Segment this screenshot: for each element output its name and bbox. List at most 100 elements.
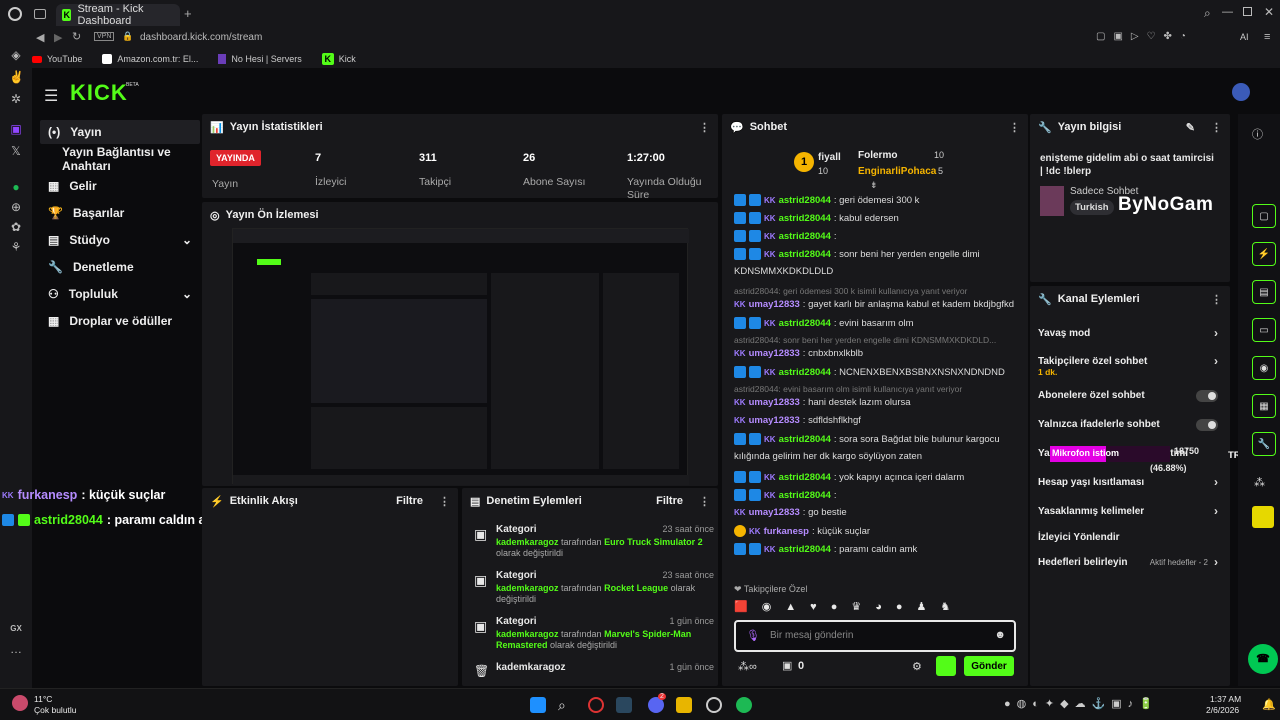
chat-username[interactable]: umay12833 [749,397,800,408]
new-tab-icon[interactable]: + [184,6,192,21]
channel-action-item[interactable]: Yasaklanmış kelimeler › [1038,504,1228,518]
emoji-icon[interactable]: ☻ [994,629,1006,641]
chat-username[interactable]: astrid28044 [779,318,831,329]
chat-message[interactable]: KK astrid28044: paramı caldın amk [734,543,917,555]
rail-button-1[interactable]: ▢ [1252,204,1276,228]
chat-username[interactable]: astrid28044 [779,367,831,378]
more-options-icon[interactable]: ⋮ [1211,121,1222,134]
chat-message[interactable]: KK astrid28044: yok kapıyı açınca içeri d… [734,471,964,483]
chat-message[interactable]: kılığında gelirim her dk kargo söylüyon … [734,451,922,462]
avatar[interactable] [1232,83,1250,101]
chat-message[interactable]: KK umay12833: go bestie [734,507,847,518]
folder-icon[interactable] [676,697,692,713]
spotify-icon[interactable] [736,697,752,713]
sidebar-icon-5[interactable]: ✿ [9,220,23,234]
send-button[interactable]: Gönder [964,656,1014,676]
opera-logo-icon[interactable] [8,7,22,21]
channel-action-item[interactable]: Hesap yaşı kısıtlaması › [1038,475,1228,489]
chat-username[interactable]: astrid28044 [779,195,831,206]
gift-icon[interactable]: ▣ [782,659,792,672]
toolbar-extension-icons[interactable]: ▢▣▷♡✤◔ [1096,31,1194,42]
nav-moderation[interactable]: 🔧 Denetleme [40,255,200,279]
kick-emote-button[interactable] [936,656,956,676]
mic-icon[interactable]: 🎙 [746,629,760,642]
chat-username[interactable]: astrid28044 [779,231,831,242]
chat-username[interactable]: astrid28044 [779,544,831,555]
nav-achievements[interactable]: 🏆 Başarılar [40,201,200,225]
chat-message[interactable]: KK umay12833: sdfldshflkhgf [734,415,861,426]
chat-message[interactable]: KK astrid28044: [734,489,837,501]
start-icon[interactable] [530,697,546,713]
nav-community[interactable]: ⚇ Topluluk ⌄ [40,282,200,306]
url-field[interactable]: dashboard.kick.com/stream [140,32,262,43]
close-icon[interactable]: ✕ [1264,5,1274,19]
mod-game[interactable]: Rocket League [604,583,668,593]
leader-name[interactable]: EnginarliPohaca [858,166,936,177]
back-icon[interactable]: ◀ [36,31,44,44]
mod-game[interactable]: Euro Truck Simulator 2 [604,537,703,547]
settings-icon[interactable]: ⚙ [912,660,922,673]
restore-icon[interactable] [1243,7,1252,16]
x-icon[interactable]: 𝕏 [9,144,23,158]
chat-username[interactable]: furkanesp [764,526,809,537]
tag-chip[interactable]: Turkish [1070,200,1114,215]
mod-user[interactable]: kademkaragoz [496,583,559,593]
chat-username[interactable]: umay12833 [749,507,800,518]
weather-icon[interactable] [12,695,28,711]
chat-message[interactable]: KK umay12833: cnbxbnxlkblb [734,348,863,359]
nav-drops[interactable]: ▦ Droplar ve ödüller [40,309,200,333]
browser-tab[interactable]: K Stream - Kick Dashboard [56,3,180,27]
spotify-icon[interactable]: ● [9,180,23,194]
chat-message[interactable]: KK astrid28044: evini basarım olm [734,317,914,329]
forward-icon[interactable]: ▶ [54,31,62,44]
doc-button[interactable]: ▤ [1252,280,1276,304]
sidebar-icon-4[interactable]: ⊕ [9,200,23,214]
emote-bar[interactable]: 🟥◉▲♥●♛◕●♟♞ [734,600,964,613]
chat-username[interactable]: astrid28044 [779,249,831,260]
search-icon[interactable]: ⌕ [558,697,574,713]
bookmark-amazon[interactable]: Amazon.com.tr: El... [102,54,198,64]
chat-message[interactable]: KK astrid28044: kabul edersen [734,212,899,224]
chat-message[interactable]: KK furkanesp: küçük suçlar [734,525,870,537]
chat-button[interactable]: ▭ [1252,318,1276,342]
more-options-icon[interactable]: ⋮ [1009,121,1020,134]
channel-action-item[interactable]: Abonelere özel sohbet [1038,390,1228,402]
channel-action-item[interactable]: Takipçilere özel sohbet 1 dk. › [1038,354,1228,377]
chat-message[interactable]: KK astrid28044: geri ödemesi 300 k [734,194,919,206]
channel-action-item[interactable]: Hedefleri belirleyin Aktif hedefler - 2 › [1038,555,1228,569]
minimize-icon[interactable]: — [1222,6,1233,18]
stream-preview-video[interactable] [232,228,689,485]
support-icon[interactable]: ☎ [1248,644,1278,674]
nav-revenue[interactable]: ▦ Gelir [40,174,200,198]
bolt-button[interactable]: ⚡ [1252,242,1276,266]
search-icon[interactable]: ⌕ [1204,6,1211,21]
twitch-icon[interactable]: ▣ [9,122,23,136]
nav-stream[interactable]: (•) Yayın [40,120,200,144]
chat-username[interactable]: umay12833 [749,348,800,359]
chat-message[interactable]: KDNSMMXKDKDLDLD [734,266,833,277]
menu-icon[interactable]: ≡ [1264,31,1270,43]
edit-icon[interactable]: ✎ [1186,121,1195,134]
channel-action-item[interactable]: Yalnızca ifadelerle sohbet [1038,419,1228,431]
ai-button[interactable]: AI [1240,32,1249,42]
filter-button[interactable]: Filtre [656,495,683,507]
chat-message[interactable]: KK astrid28044: [734,230,837,242]
leader-name[interactable]: fiyall [818,152,841,163]
chat-reply-line[interactable]: astrid28044: evini basarım olm isimli ku… [734,384,962,394]
nav-studio[interactable]: ▤ Stüdyo ⌄ [40,228,200,252]
chat-message[interactable]: KK umay12833: gayet karlı bir anlaşma kab… [734,299,1014,310]
chat-message[interactable]: KK astrid28044: sonr beni her yerden enge… [734,248,980,260]
bookmark-nohesi[interactable]: No Hesi | Servers [218,54,302,64]
chat-reply-line[interactable]: astrid28044: geri ödemesi 300 k isimli k… [734,286,967,296]
toggle-switch[interactable] [1196,419,1218,431]
hamburger-icon[interactable]: ☰ [44,86,58,106]
filter-button[interactable]: Filtre [396,495,423,507]
kick-logo[interactable]: KICK [70,80,128,106]
broadcast-button[interactable]: ◉ [1252,356,1276,380]
vpn-badge[interactable]: VPN [94,32,115,41]
opera-gx-icon[interactable] [588,697,604,713]
sidebar-icon-3[interactable]: ✲ [9,92,23,106]
chat-username[interactable]: astrid28044 [779,213,831,224]
mod-user[interactable]: kademkaragoz [496,629,559,639]
channel-action-item[interactable]: Yavaş mod › [1038,326,1228,340]
